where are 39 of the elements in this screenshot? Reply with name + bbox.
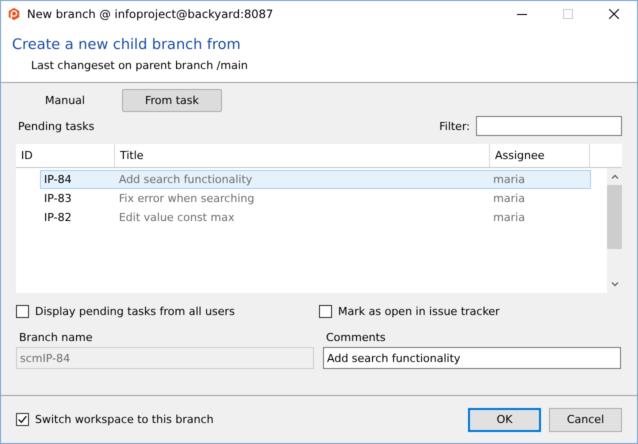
scroll-up-icon[interactable]: [610, 174, 618, 179]
table-cell-text: IP-84: [43, 173, 73, 186]
table-cell-text: Edit value const max: [118, 211, 236, 224]
mode-tab[interactable]: From task: [122, 89, 222, 112]
checkbox-label: Switch workspace to this branch: [35, 413, 214, 426]
table-cell-text: IP-83: [43, 192, 73, 205]
column-header[interactable]: Title: [115, 144, 490, 167]
scrollbar[interactable]: [607, 168, 622, 293]
task-row[interactable]: IP-82 Edit value const max maria: [40, 208, 591, 227]
checkbox-label: Mark as open in issue tracker: [338, 305, 500, 318]
column-header[interactable]: Assignee: [490, 144, 590, 167]
filter-label: Filter:: [439, 120, 470, 132]
app-logo-icon: [7, 7, 21, 21]
table-cell-text: Add search functionality: [118, 173, 254, 186]
comments-label: Comments: [325, 331, 387, 344]
comments-field[interactable]: Add search functionality: [323, 347, 621, 369]
checkbox-label: Display pending tasks from all users: [35, 305, 235, 318]
table-cell-text: maria: [492, 192, 526, 205]
close-icon[interactable]: [609, 9, 619, 19]
dialog-subtitle: Last changeset on parent branch /main: [31, 59, 249, 72]
table-cell-text: Fix error when searching: [118, 192, 256, 205]
table-cell-text: maria: [492, 173, 526, 186]
branch-name-label: Branch name: [18, 331, 94, 344]
task-row[interactable]: IP-84 Add search functionality maria: [40, 170, 591, 189]
checkbox[interactable]: [16, 413, 29, 426]
table-cell-text: IP-82: [43, 211, 73, 224]
checkbox[interactable]: [319, 305, 332, 318]
checkbox[interactable]: [16, 305, 29, 318]
pending-tasks-label: Pending tasks: [18, 120, 94, 132]
scroll-down-icon[interactable]: [610, 282, 618, 287]
dialog-heading: Create a new child branch from: [12, 37, 242, 53]
column-header[interactable]: ID: [16, 144, 115, 167]
filter-field[interactable]: [476, 116, 622, 136]
cancel-button[interactable]: Cancel: [549, 408, 622, 432]
ok-button[interactable]: OK: [468, 408, 541, 432]
mode-tab[interactable]: Manual: [26, 89, 104, 112]
window-title: New branch @ infoproject@backyard:8087: [27, 7, 274, 21]
table-cell-text: maria: [492, 211, 526, 224]
task-row[interactable]: IP-83 Fix error when searching maria: [40, 189, 591, 208]
